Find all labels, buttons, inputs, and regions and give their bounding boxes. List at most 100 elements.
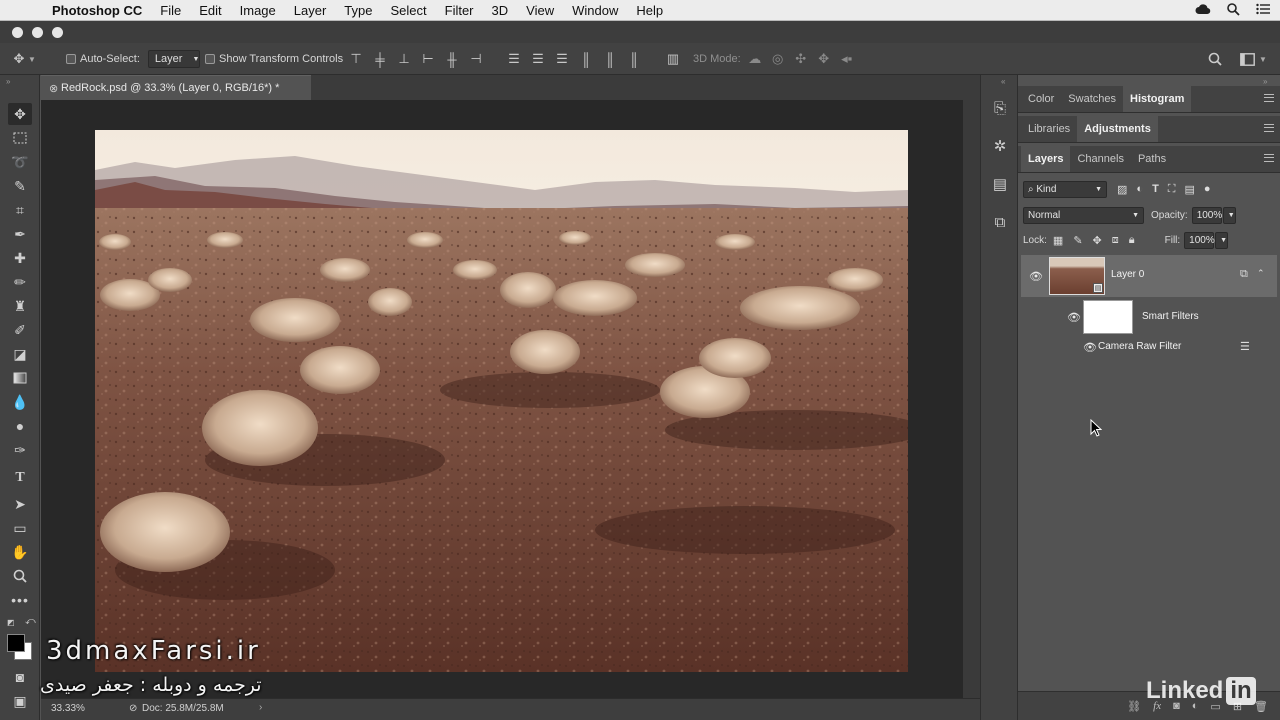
menu-select[interactable]: Select xyxy=(381,0,435,21)
dodge-tool-icon[interactable]: ● xyxy=(8,415,32,437)
workspace-chevron-icon[interactable]: ▼ xyxy=(1259,55,1267,64)
distribute-right-icon[interactable]: ║ xyxy=(625,50,643,68)
show-transform-checkbox[interactable] xyxy=(205,54,215,64)
creative-cloud-icon[interactable] xyxy=(1195,3,1211,18)
quick-mask-icon[interactable]: ◙ xyxy=(8,666,32,688)
lock-all-icon[interactable]: 🔒︎ xyxy=(1129,234,1135,247)
align-left-icon[interactable]: ⊢ xyxy=(419,50,437,68)
align-right-icon[interactable]: ⊣ xyxy=(467,50,485,68)
libraries-panel-icon[interactable]: ▤ xyxy=(989,173,1011,195)
fill-input[interactable]: 100% xyxy=(1184,231,1215,249)
type-tool-icon[interactable]: T xyxy=(8,467,32,489)
auto-select-checkbox[interactable] xyxy=(66,54,76,64)
eraser-tool-icon[interactable]: ◪ xyxy=(8,343,32,365)
status-arrow-icon[interactable]: › xyxy=(259,702,262,713)
auto-align-icon[interactable]: ▥ xyxy=(664,50,682,68)
camera-raw-filter-row[interactable]: 👁︎ Camera Raw Filter ☰ xyxy=(1021,337,1277,357)
spotlight-search-icon[interactable] xyxy=(1227,2,1240,19)
menu-window[interactable]: Window xyxy=(563,0,627,21)
3d-scale-icon[interactable]: ◂▪ xyxy=(838,50,856,68)
quick-selection-tool-icon[interactable]: ✎ xyxy=(8,175,32,197)
filter-type-icon[interactable]: T xyxy=(1152,183,1159,196)
menu-3d[interactable]: 3D xyxy=(483,0,518,21)
menu-image[interactable]: Image xyxy=(231,0,285,21)
history-brush-tool-icon[interactable]: ✐ xyxy=(8,319,32,341)
menu-file[interactable]: File xyxy=(151,0,190,21)
smart-filter-mask-thumbnail[interactable] xyxy=(1083,300,1133,334)
opacity-slider-toggle[interactable]: ▼ xyxy=(1222,206,1236,224)
visibility-eye-icon[interactable]: 👁︎ xyxy=(1029,269,1043,283)
zoom-tool-icon[interactable] xyxy=(8,565,32,587)
menu-edit[interactable]: Edit xyxy=(190,0,230,21)
filter-adjustment-icon[interactable]: ◐ xyxy=(1136,183,1143,196)
auto-select-dropdown[interactable]: Layer ▼ xyxy=(147,50,200,68)
distribute-bottom-icon[interactable]: ☰ xyxy=(553,50,571,68)
notification-list-icon[interactable] xyxy=(1256,3,1270,18)
filter-pixel-icon[interactable]: ▨ xyxy=(1117,183,1127,196)
3d-roll-icon[interactable]: ◎ xyxy=(769,50,787,68)
panel-menu-icon[interactable] xyxy=(1264,94,1274,102)
align-horizontal-center-icon[interactable]: ╫ xyxy=(443,50,461,68)
window-zoom-button[interactable] xyxy=(52,27,63,38)
expand-dock-icon[interactable]: « xyxy=(1001,77,1005,86)
smart-filters-row[interactable]: 👁︎ Smart Filters xyxy=(1021,297,1277,337)
clone-stamp-tool-icon[interactable]: ♜ xyxy=(8,295,32,317)
filter-shape-icon[interactable]: ⛶ xyxy=(1168,183,1176,196)
healing-brush-tool-icon[interactable]: ✚ xyxy=(8,247,32,269)
brush-tool-icon[interactable]: ✏ xyxy=(8,271,32,293)
distribute-left-icon[interactable]: ║ xyxy=(577,50,595,68)
tab-libraries[interactable]: Libraries xyxy=(1021,116,1077,142)
collapse-toolbar-icon[interactable]: » xyxy=(6,77,10,86)
panel-menu-icon[interactable] xyxy=(1264,154,1274,162)
layer-filter-dropdown[interactable]: ⌕ Kind ▼ xyxy=(1023,180,1107,198)
distribute-vcenter-icon[interactable]: ☰ xyxy=(529,50,547,68)
lock-image-icon[interactable]: ✎ xyxy=(1073,234,1082,247)
tab-channels[interactable]: Channels xyxy=(1070,146,1130,172)
move-tool-icon[interactable]: ✥ xyxy=(8,103,32,125)
eyedropper-tool-icon[interactable]: ✒ xyxy=(8,223,32,245)
tool-preset-picker[interactable]: ✥ ▼ xyxy=(10,43,36,75)
path-selection-tool-icon[interactable]: ➤ xyxy=(8,493,32,515)
collapse-effects-icon[interactable]: ⌃ xyxy=(1257,268,1265,279)
menu-help[interactable]: Help xyxy=(627,0,672,21)
filter-toggle-icon[interactable]: ● xyxy=(1204,183,1211,196)
default-colors-icon[interactable]: ◩ xyxy=(7,618,15,627)
filter-smart-object-icon[interactable]: ▤ xyxy=(1185,183,1195,196)
tab-histogram[interactable]: Histogram xyxy=(1123,86,1192,112)
close-document-icon[interactable]: ⊗ xyxy=(49,82,58,95)
collapse-panels-icon[interactable]: » xyxy=(1263,77,1267,86)
visibility-eye-icon[interactable]: 👁︎ xyxy=(1083,340,1097,354)
more-tools-icon[interactable]: ••• xyxy=(8,589,32,611)
filter-blending-options-icon[interactable]: ☰ xyxy=(1240,340,1250,353)
menu-app-name[interactable]: Photoshop CC xyxy=(44,0,151,21)
visibility-eye-icon[interactable]: 👁︎ xyxy=(1067,310,1081,324)
canvas-image[interactable] xyxy=(95,130,908,672)
properties-panel-icon[interactable]: ✲ xyxy=(989,135,1011,157)
link-layers-icon[interactable]: ⛓ xyxy=(1127,700,1141,713)
menu-type[interactable]: Type xyxy=(335,0,381,21)
document-tab[interactable]: ⊗ RedRock.psd @ 33.3% (Layer 0, RGB/16*)… xyxy=(41,75,311,100)
history-panel-icon[interactable]: ⎘ xyxy=(989,97,1011,119)
tab-adjustments[interactable]: Adjustments xyxy=(1077,116,1158,142)
3d-slide-icon[interactable]: ✥ xyxy=(815,50,833,68)
panel-menu-icon[interactable] xyxy=(1264,124,1274,132)
menu-layer[interactable]: Layer xyxy=(285,0,336,21)
distribute-top-icon[interactable]: ☰ xyxy=(505,50,523,68)
lasso-tool-icon[interactable]: ➰ xyxy=(8,151,32,173)
crop-tool-icon[interactable]: ⌗ xyxy=(8,199,32,221)
vertical-scrollbar[interactable] xyxy=(963,100,980,698)
search-icon[interactable] xyxy=(1206,50,1224,68)
character-panel-icon[interactable]: ⧉ xyxy=(989,211,1011,233)
lock-transparent-icon[interactable]: ▦ xyxy=(1053,234,1063,247)
tab-layers[interactable]: Layers xyxy=(1021,146,1071,172)
lock-artboard-icon[interactable]: ⧈ xyxy=(1112,234,1119,247)
zoom-level[interactable]: 33.33% xyxy=(51,703,85,714)
screen-mode-icon[interactable]: ▣ xyxy=(8,690,32,712)
tab-paths[interactable]: Paths xyxy=(1131,146,1173,172)
pen-tool-icon[interactable]: ✑ xyxy=(8,439,32,461)
tab-color[interactable]: Color xyxy=(1021,86,1061,112)
workspace-icon[interactable] xyxy=(1238,50,1256,68)
align-vertical-center-icon[interactable]: ╪ xyxy=(371,50,389,68)
hand-tool-icon[interactable]: ✋ xyxy=(8,541,32,563)
rectangle-tool-icon[interactable]: ▭ xyxy=(8,517,32,539)
